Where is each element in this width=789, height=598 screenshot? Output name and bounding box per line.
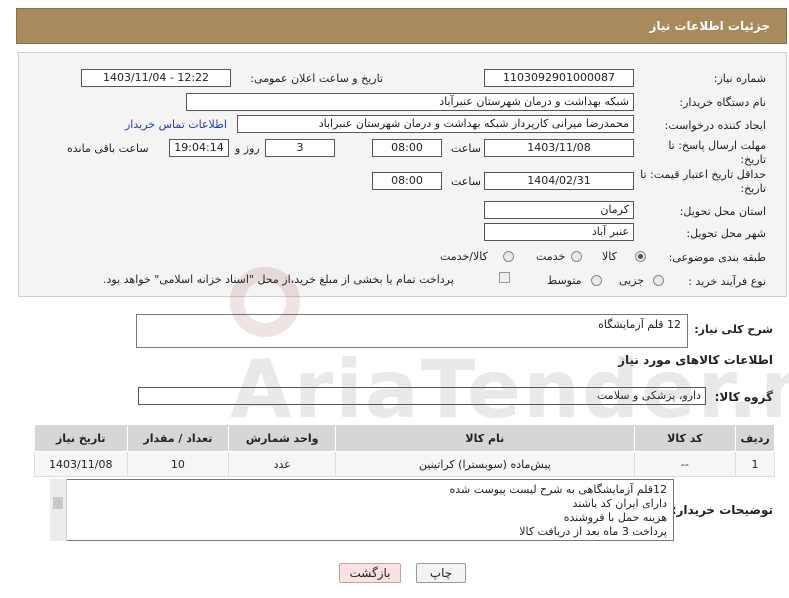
buyer-contact-link[interactable]: اطلاعات تماس خریدار — [125, 118, 227, 131]
category-radio-both[interactable] — [503, 251, 514, 262]
province-label: استان محل تحویل: — [679, 205, 766, 218]
process-radio-minor[interactable] — [653, 275, 664, 286]
goods-table-header: تاریخ نیاز تعداد / مقدار واحد شمارش نام … — [34, 424, 775, 452]
col-goods-name: نام کالا — [335, 424, 635, 452]
category-option-service: خدمت — [536, 250, 566, 263]
cell-need-date: 1403/11/08 — [34, 451, 128, 477]
goods-group-label: گروه کالا: — [714, 390, 773, 404]
buyer-org-field: شبکه بهداشت و درمان شهرستان عنبرآباد — [186, 93, 634, 111]
category-option-both: کالا/خدمت — [440, 250, 488, 263]
buyer-notes-field: 12قلم آزمایشگاهی به شرح لیست پیوست شده د… — [50, 479, 674, 541]
cell-goods-code: -- — [633, 451, 737, 477]
buyer-notes-line: دارای ایران کد باشند — [572, 497, 667, 510]
col-goods-code: کد کالا — [633, 424, 737, 452]
announce-label: تاریخ و ساعت اعلان عمومی: — [250, 72, 383, 85]
buyer-notes-label: توضیحات خریدار: — [671, 503, 773, 517]
price-validity-label: حداقل تاریخ اعتبار قیمت: تا تاریخ: — [640, 168, 766, 195]
goods-group-field: دارو، پزشکی و سلامت — [138, 387, 706, 405]
reply-time-label: ساعت — [451, 142, 481, 155]
back-button[interactable]: بازگشت — [339, 563, 401, 583]
need-number-field: 1103092901000087 — [484, 69, 634, 87]
city-field: عنبر آباد — [484, 223, 634, 241]
cell-quantity: 10 — [126, 451, 230, 477]
print-button[interactable]: چاپ — [416, 563, 466, 583]
announce-field: 1403/11/04 - 12:22 — [81, 69, 231, 87]
goods-table: تاریخ نیاز تعداد / مقدار واحد شمارش نام … — [34, 424, 775, 477]
process-label: نوع فرآیند خرید : — [688, 275, 766, 288]
cell-goods-name: پیش‌ماده (سوبسترا) کراتینین — [335, 451, 635, 477]
category-option-goods: کالا — [602, 250, 617, 263]
reply-time-field: 08:00 — [372, 139, 442, 157]
days-label: روز و — [235, 142, 260, 155]
validity-time-field: 08:00 — [372, 172, 442, 190]
cell-row: 1 — [735, 451, 775, 477]
process-option-minor: جزیی — [619, 274, 645, 287]
category-radio-goods[interactable] — [635, 251, 646, 262]
treasury-payment-checkbox[interactable] — [499, 272, 510, 283]
buyer-notes-line: پرداخت 3 ماه بعد از دریافت کالا — [519, 525, 667, 538]
city-label: شهر محل تحویل: — [686, 227, 766, 240]
summary-label: شرح کلی نیاز: — [694, 323, 773, 336]
page-title: جزئیات اطلاعات نیاز — [649, 19, 770, 33]
process-option-medium: متوسط — [547, 274, 582, 287]
goods-section-title: اطلاعات کالاهای مورد نیاز — [618, 353, 773, 367]
category-radio-service[interactable] — [571, 251, 582, 262]
summary-field: 12 قلم آزمایشگاه — [136, 314, 688, 348]
creator-field: محمدرضا میرانی کارپرداز شبکه بهداشت و در… — [237, 115, 634, 133]
col-unit: واحد شمارش — [228, 424, 337, 452]
cell-unit: عدد — [228, 451, 337, 477]
remaining-label: ساعت باقی مانده — [67, 142, 149, 155]
buyer-org-label: نام دستگاه خریدار: — [679, 96, 766, 109]
summary-text: 12 قلم آزمایشگاه — [598, 318, 681, 331]
buyer-notes-line: 12قلم آزمایشگاهی به شرح لیست پیوست شده — [449, 483, 667, 496]
validity-date-field: 1404/02/31 — [484, 172, 634, 190]
need-number-label: شماره نیاز: — [713, 72, 766, 85]
reply-days-field: 3 — [265, 139, 335, 157]
province-field: کرمان — [484, 201, 634, 219]
treasury-payment-note: پرداخت تمام یا بخشی از مبلغ خرید،از محل … — [103, 273, 454, 286]
remaining-time-field: 19:04:14 — [169, 139, 229, 157]
reply-deadline-label: مهلت ارسال پاسخ: تا تاریخ: — [668, 139, 766, 166]
reply-date-field: 1403/11/08 — [484, 139, 634, 157]
notes-scroll-thumb[interactable] — [53, 497, 63, 509]
buyer-notes-line: هزینه حمل با فروشنده — [563, 511, 667, 524]
category-label: طبقه بندی موضوعی: — [668, 251, 766, 264]
col-quantity: تعداد / مقدار — [126, 424, 230, 452]
notes-scrollbar[interactable] — [50, 479, 67, 541]
validity-time-label: ساعت — [451, 175, 481, 188]
process-radio-medium[interactable] — [591, 275, 602, 286]
col-row: ردیف — [735, 424, 775, 452]
table-row: 1403/11/08 10 عدد پیش‌ماده (سوبسترا) کرا… — [34, 451, 775, 477]
page-header: جزئیات اطلاعات نیاز — [16, 8, 787, 44]
creator-label: ایجاد کننده درخواست: — [664, 119, 766, 132]
col-need-date: تاریخ نیاز — [34, 424, 128, 452]
details-panel: شماره نیاز: 1103092901000087 تاریخ و ساع… — [18, 52, 787, 297]
